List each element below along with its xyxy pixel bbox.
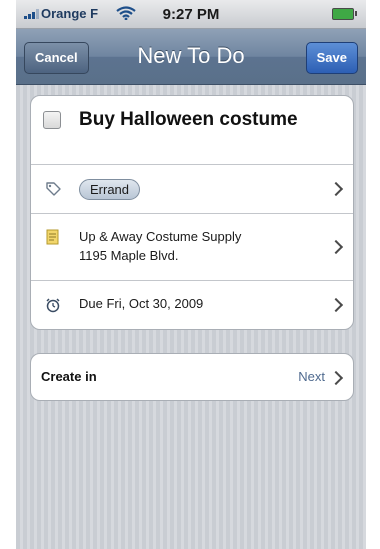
tag-row[interactable]: Errand — [31, 164, 353, 213]
save-button[interactable]: Save — [305, 42, 358, 74]
tag-icon — [46, 182, 61, 196]
phone-screen: Orange F 9:27 PM Cancel New To Do Save B… — [16, 0, 366, 549]
battery-icon — [332, 8, 357, 20]
alarm-clock-icon — [46, 298, 60, 313]
status-bar: Orange F 9:27 PM — [16, 0, 366, 29]
create-in-value: Next — [298, 369, 325, 384]
chevron-right-icon — [328, 297, 344, 313]
completed-checkbox[interactable] — [43, 111, 61, 129]
create-in-row[interactable]: Create in Next — [30, 353, 354, 401]
chevron-right-icon — [328, 239, 344, 255]
location-row[interactable]: Up & Away Costume Supply 1195 Maple Blvd… — [31, 213, 353, 280]
tag-badge: Errand — [79, 179, 141, 200]
location-address: 1195 Maple Blvd. — [79, 248, 179, 263]
due-date: Due Fri, Oct 30, 2009 — [79, 296, 204, 311]
location-name: Up & Away Costume Supply — [79, 229, 242, 244]
navigation-bar: Cancel New To Do Save — [16, 29, 366, 85]
form-area: Buy Halloween costume Errand Up & Away C… — [16, 85, 366, 549]
todo-title[interactable]: Buy Halloween costume — [79, 109, 298, 131]
note-icon — [46, 229, 59, 245]
chevron-right-icon — [328, 181, 344, 197]
chevron-right-icon — [328, 370, 344, 386]
status-time: 9:27 PM — [162, 6, 220, 23]
create-in-label: Create in — [41, 369, 97, 384]
todo-details-card: Buy Halloween costume Errand Up & Away C… — [30, 95, 354, 330]
todo-title-row: Buy Halloween costume — [31, 96, 353, 164]
due-date-row[interactable]: Due Fri, Oct 30, 2009 — [31, 280, 353, 329]
